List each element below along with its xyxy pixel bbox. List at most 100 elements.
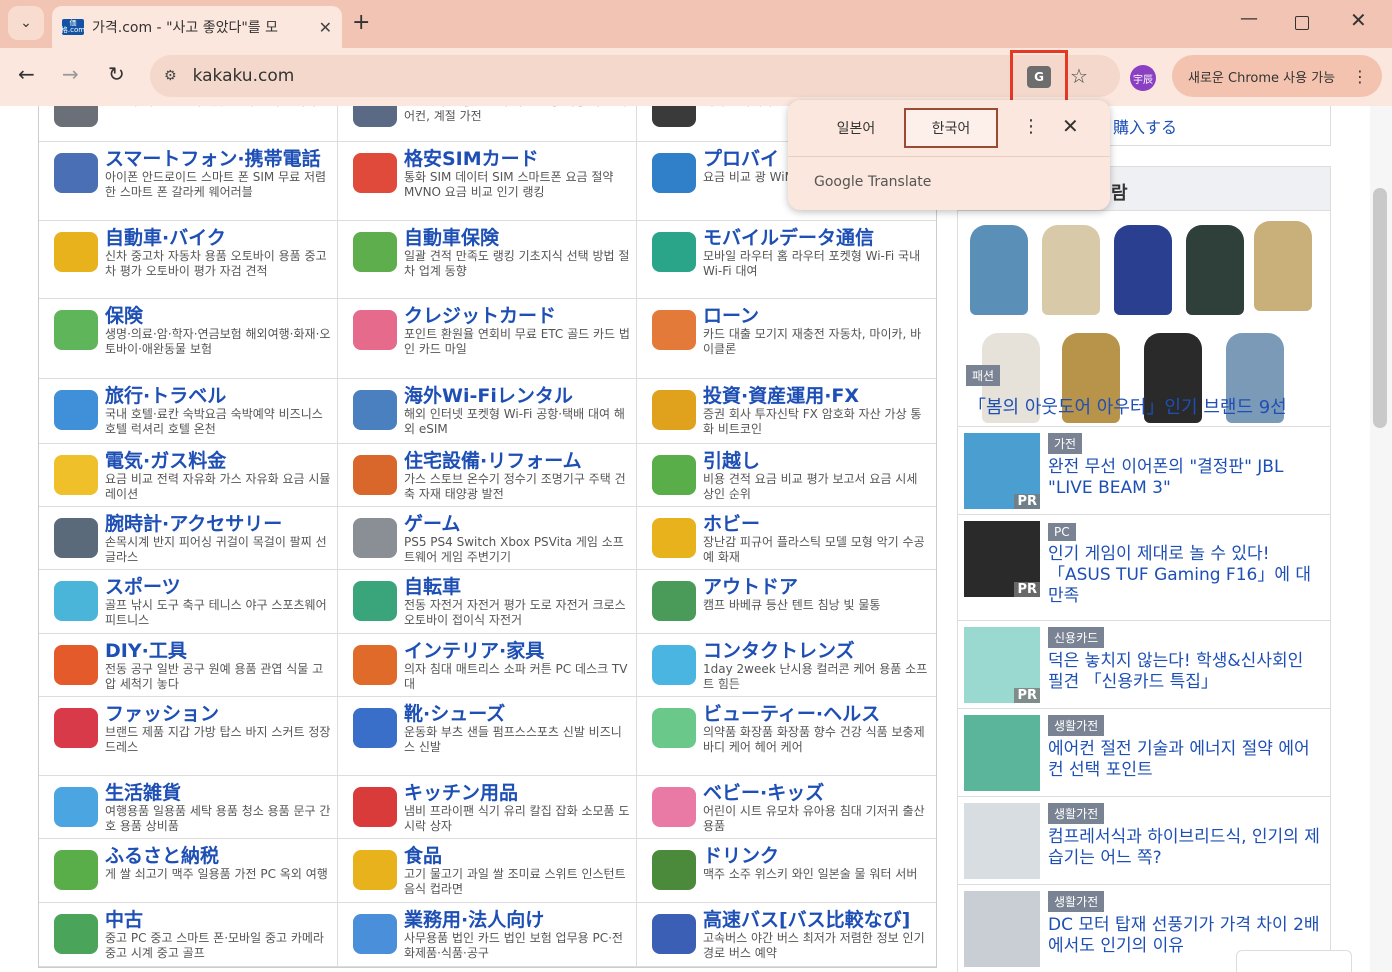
category-cell[interactable]: 保険 생명·의료·암·학자·연금보험 해외여행·화재·오토바이·애완동물 보험 xyxy=(39,299,338,378)
category-title[interactable]: 海外Wi-Fiレンタル xyxy=(404,385,630,407)
feature-title[interactable]: 「봄의 아웃도어 아우터」인기 브랜드 9선 xyxy=(968,393,1287,419)
article-item[interactable]: 생활가전 컴프레서식과 하이브리드식, 인기의 제습기는 어느 쪽? xyxy=(958,797,1330,885)
translate-button[interactable]: G xyxy=(1010,50,1068,104)
article-title[interactable]: 덕은 놓치지 않는다! 학생&신사회인 필견 「신용카드 특집」 xyxy=(1048,651,1324,693)
purchase-link[interactable]: 購入する xyxy=(1113,114,1177,138)
category-cell[interactable]: モバイルデータ通信 모바일 라우터 홈 라우터 포켓형 Wi-Fi 국내 Wi-F… xyxy=(637,221,936,298)
category-title[interactable]: 靴·シューズ xyxy=(404,703,630,725)
category-cell[interactable]: 自動車·バイク 신차 중고차 자동차 용품 오토바이 용품 중고차 평가 오토바이… xyxy=(39,221,338,298)
scrollbar-thumb[interactable] xyxy=(1373,188,1387,428)
category-cell[interactable]: ビューティー·ヘルス 의약품 화장품 화장품 향수 건강 식품 보충제 바디 케어… xyxy=(637,697,936,775)
category-title[interactable]: 格安SIMカード xyxy=(404,148,630,170)
category-title[interactable]: ホビー xyxy=(703,513,930,535)
category-title[interactable]: ふるさと納税 xyxy=(105,845,331,867)
category-title[interactable]: スポーツ xyxy=(105,576,331,598)
category-cell[interactable]: ベビー·キッズ 어린이 시트 유모차 유아용 침대 기저귀 출산 용품 xyxy=(637,776,936,838)
forward-arrow-icon[interactable]: → xyxy=(62,62,79,86)
category-subtitle[interactable]: 포인트 환원율 연회비 무료 ETC 골드 카드 법인 카드 마일 xyxy=(404,327,630,357)
category-subtitle[interactable]: 맥주 소주 위스키 와인 일본술 물 워터 서버 xyxy=(703,867,930,882)
category-cell[interactable]: 노트북 데스크톱 태블릿 PC 부품 주변기기 xyxy=(39,106,338,141)
category-title[interactable]: DIY·工具 xyxy=(105,640,331,662)
category-cell[interactable]: 格安SIMカード 통화 SIM 데이터 SIM 스마트폰 요금 절약 MVNO 요… xyxy=(338,142,637,220)
category-subtitle[interactable]: 아이폰 안드로이드 스마트 폰 SIM 무료 저렴한 스마트 폰 갈라케 웨어러… xyxy=(105,170,331,200)
category-subtitle[interactable]: 요금 비교 전력 자유화 가스 자유화 요금 시뮬레이션 xyxy=(105,472,331,502)
category-subtitle[interactable]: 손목시계 반지 피어싱 귀걸이 목걸이 팔찌 선글라스 xyxy=(105,535,331,565)
window-close-icon[interactable]: ✕ xyxy=(1350,8,1367,32)
category-subtitle[interactable]: 생명·의료·암·학자·연금보험 해외여행·화재·오토바이·애완동물 보험 xyxy=(105,327,331,357)
category-cell[interactable]: 住宅設備·リフォーム 가스 스토브 온수기 정수기 조명기구 주택 건축 자재 태… xyxy=(338,444,637,506)
category-cell[interactable]: ふるさと納税 게 쌀 쇠고기 맥주 일용품 가전 PC 옥외 여행 xyxy=(39,839,338,902)
category-cell[interactable]: スポーツ 골프 낚시 도구 축구 테니스 야구 스포츠웨어 피트니스 xyxy=(39,570,338,633)
translate-options-icon[interactable]: ⋮ xyxy=(1022,116,1040,137)
category-subtitle[interactable]: 고기 물고기 과일 쌀 조미료 스위트 인스턴트 음식 컵라면 xyxy=(404,867,630,897)
category-subtitle[interactable]: TV 오디오 생활·요리 가전 건강·미용 가전 에어컨, 계절 가전 xyxy=(404,106,630,124)
category-subtitle[interactable]: 전동 공구 일반 공구 원예 용품 관엽 식물 고압 세척기 놓다 xyxy=(105,662,331,692)
category-cell[interactable]: 自転車 전동 자전거 자전거 평가 도로 자전거 크로스 오토바이 접이식 자전거 xyxy=(338,570,637,633)
category-title[interactable]: 引越し xyxy=(703,450,930,472)
category-subtitle[interactable]: 증권 회사 투자신탁 FX 암호화 자산 가상 통화 비트코인 xyxy=(703,407,930,437)
category-subtitle[interactable]: PS5 PS4 Switch Xbox PSVita 게임 소프트웨어 게임 주… xyxy=(404,535,630,565)
category-cell[interactable]: 投資·資産運用·FX 증권 회사 투자신탁 FX 암호화 자산 가상 통화 비트코… xyxy=(637,379,936,443)
category-title[interactable]: スマートフォン·携帯電話 xyxy=(105,148,331,170)
category-subtitle[interactable]: 냄비 프라이팬 식기 유리 칼집 잡화 소모품 도시락 상자 xyxy=(404,804,630,834)
category-subtitle[interactable]: 골프 낚시 도구 축구 테니스 야구 스포츠웨어 피트니스 xyxy=(105,598,331,628)
category-title[interactable]: 投資·資産運用·FX xyxy=(703,385,930,407)
category-subtitle[interactable]: 어린이 시트 유모차 유아용 침대 기저귀 출산 용품 xyxy=(703,804,930,834)
page-scrollbar[interactable] xyxy=(1370,106,1392,972)
category-subtitle[interactable]: 캠프 바베큐 등산 텐트 침낭 빛 물통 xyxy=(703,598,930,613)
site-info-icon[interactable]: ⚙ xyxy=(164,68,177,84)
category-title[interactable]: 生活雑貨 xyxy=(105,782,331,804)
category-cell[interactable]: 中古 중고 PC 중고 스마트 폰·모바일 중고 카메라 중고 시계 중고 골프 xyxy=(39,903,338,966)
category-title[interactable]: 食品 xyxy=(404,845,630,867)
category-title[interactable]: 保険 xyxy=(105,305,331,327)
menu-kebab-icon[interactable]: ⋮ xyxy=(1352,67,1368,86)
article-title[interactable]: 에어컨 절전 기술과 에너지 절약 에어컨 선택 포인트 xyxy=(1048,739,1324,781)
category-cell[interactable]: アウトドア 캠프 바베큐 등산 텐트 침낭 빛 물통 xyxy=(637,570,936,633)
tab-close-icon[interactable]: ✕ xyxy=(319,18,332,37)
article-title[interactable]: 인기 게임이 제대로 놀 수 있다! 「ASUS TUF Gaming F16」… xyxy=(1048,544,1324,607)
category-title[interactable]: インテリア·家具 xyxy=(404,640,630,662)
category-title[interactable]: 高速バス[バス比較なび] xyxy=(703,909,930,931)
category-subtitle[interactable]: 일괄 견적 만족도 랭킹 기초지식 선택 방법 절차 업계 동향 xyxy=(404,249,630,279)
category-subtitle[interactable]: 가스 스토브 온수기 정수기 조명기구 주택 건축 자재 태양광 발전 xyxy=(404,472,630,502)
category-cell[interactable]: ドリンク 맥주 소주 위스키 와인 일본술 물 워터 서버 xyxy=(637,839,936,902)
category-title[interactable]: 住宅設備·リフォーム xyxy=(404,450,630,472)
category-title[interactable]: 電気·ガス料金 xyxy=(105,450,331,472)
back-arrow-icon[interactable]: ← xyxy=(18,62,35,86)
category-subtitle[interactable]: 장난감 피규어 플라스틱 모델 모형 악기 수공예 화재 xyxy=(703,535,930,565)
category-subtitle[interactable]: 고속버스 야간 버스 최저가 저렴한 정보 인기 경로 버스 예약 xyxy=(703,931,930,961)
category-subtitle[interactable]: 브랜드 제품 지갑 가방 탑스 바지 스커트 정장 드레스 xyxy=(105,725,331,755)
category-subtitle[interactable]: 비용 견적 요금 비교 평가 보고서 요금 시세 상인 순위 xyxy=(703,472,930,502)
address-bar[interactable]: ⚙ kakaku.com xyxy=(150,55,1120,97)
category-subtitle[interactable]: 의자 침대 매트리스 소파 커튼 PC 데스크 TV대 xyxy=(404,662,630,692)
article-item[interactable]: PR PC 인기 게임이 제대로 놀 수 있다! 「ASUS TUF Gaming … xyxy=(958,515,1330,621)
url-text[interactable]: kakaku.com xyxy=(193,66,295,86)
category-title[interactable]: コンタクトレンズ xyxy=(703,640,930,662)
active-tab[interactable]: 価格.com 가격.com - "사고 좋았다"를 모 ✕ xyxy=(52,6,342,48)
target-language-tab[interactable]: 한국어 xyxy=(904,108,998,148)
chrome-update-button[interactable]: 새로운 Chrome 사용 가능 ⋮ xyxy=(1172,55,1382,97)
category-title[interactable]: アウトドア xyxy=(703,576,930,598)
category-cell[interactable]: スマートフォン·携帯電話 아이폰 안드로이드 스마트 폰 SIM 무료 저렴한 스… xyxy=(39,142,338,220)
category-title[interactable]: 自転車 xyxy=(404,576,630,598)
category-subtitle[interactable]: 전동 자전거 자전거 평가 도로 자전거 크로스 오토바이 접이식 자전거 xyxy=(404,598,630,628)
category-cell[interactable]: DIY·工具 전동 공구 일반 공구 원예 용품 관엽 식물 고압 세척기 놓다 xyxy=(39,634,338,696)
feature-card[interactable]: 패션 「봄의 아웃도어 아우터」인기 브랜드 9선 xyxy=(958,211,1330,427)
bookmark-star-icon[interactable]: ☆ xyxy=(1070,64,1088,88)
category-cell[interactable]: 生活雑貨 여행용품 일용품 세탁 용품 청소 용품 문구 간호 용품 상비품 xyxy=(39,776,338,838)
category-title[interactable]: ベビー·キッズ xyxy=(703,782,930,804)
category-cell[interactable]: 電気·ガス料金 요금 비교 전력 자유화 가스 자유화 요금 시뮬레이션 xyxy=(39,444,338,506)
article-title[interactable]: 완전 무선 이어폰의 "결정판" JBL "LIVE BEAM 3" xyxy=(1048,457,1324,499)
category-title[interactable]: ローン xyxy=(703,305,930,327)
category-subtitle[interactable]: 국내 호텔·료칸 숙박요금 숙박예약 비즈니스 호텔 럭셔리 호텔 온천 xyxy=(105,407,331,437)
category-cell[interactable]: 海外Wi-Fiレンタル 해외 인터넷 포켓형 Wi-Fi 공항·택배 대여 해외 … xyxy=(338,379,637,443)
category-title[interactable]: ファッション xyxy=(105,703,331,725)
category-cell[interactable]: 自動車保険 일괄 견적 만족도 랭킹 기초지식 선택 방법 절차 업계 동향 xyxy=(338,221,637,298)
category-cell[interactable]: ホビー 장난감 피규어 플라스틱 모델 모형 악기 수공예 화재 xyxy=(637,507,936,569)
category-title[interactable]: ゲーム xyxy=(404,513,630,535)
category-title[interactable]: 自動車保険 xyxy=(404,227,630,249)
category-title[interactable]: 自動車·バイク xyxy=(105,227,331,249)
maximize-icon[interactable] xyxy=(1295,16,1309,30)
category-title[interactable]: 業務用·法人向け xyxy=(404,909,630,931)
category-title[interactable]: モバイルデータ通信 xyxy=(703,227,930,249)
